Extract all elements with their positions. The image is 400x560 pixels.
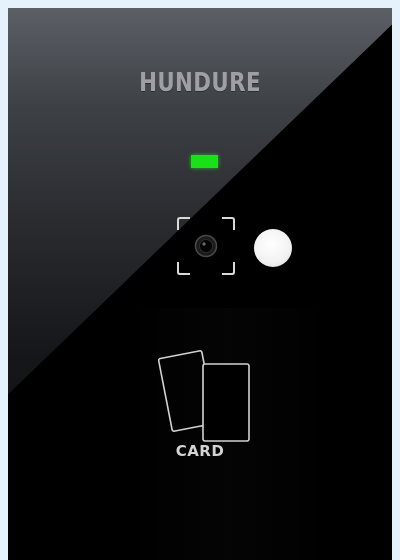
access-control-panel: HUNDURE CARD	[8, 8, 392, 560]
card-reader-icon	[158, 350, 250, 442]
camera-lens-icon	[177, 217, 235, 275]
brand-logo: HUNDURE	[139, 68, 261, 98]
status-led-indicator	[191, 155, 218, 168]
card-label: CARD	[175, 442, 225, 460]
sensor-dot-icon	[254, 229, 292, 267]
